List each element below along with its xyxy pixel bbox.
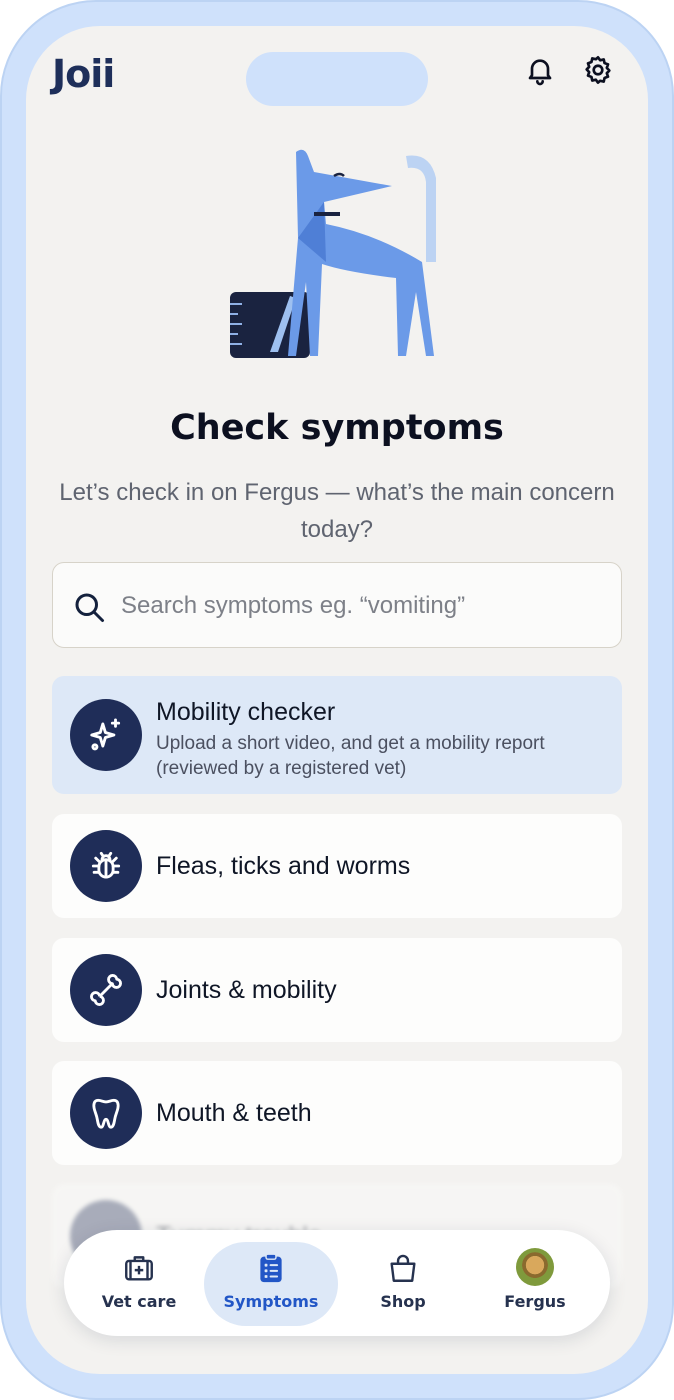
nav-vet-care[interactable]: Vet care: [74, 1230, 204, 1336]
nav-symptoms[interactable]: Symptoms: [204, 1230, 338, 1336]
search-placeholder: Search symptoms eg. “vomiting”: [121, 592, 466, 619]
sparkle-icon: [70, 699, 142, 771]
pet-avatar: [516, 1248, 554, 1286]
shopping-bag-icon: [390, 1254, 416, 1282]
bottom-nav: Vet care Symptoms Shop Fergus: [64, 1230, 610, 1336]
category-title: Fleas, ticks and worms: [156, 852, 411, 880]
app-screen: Joii Check symptoms Let’s check in on Fe…: [26, 26, 648, 1374]
nav-label: Vet care: [101, 1292, 177, 1311]
app-logo: Joii: [52, 52, 115, 96]
dynamic-island: [246, 52, 428, 106]
nav-label: Shop: [380, 1292, 426, 1311]
search-input[interactable]: Search symptoms eg. “vomiting”: [52, 562, 622, 648]
nav-label: Fergus: [504, 1292, 566, 1311]
gear-icon[interactable]: [582, 54, 614, 86]
category-mouth-teeth[interactable]: Mouth & teeth: [52, 1061, 622, 1165]
category-title: Mouth & teeth: [156, 1099, 312, 1127]
dog-illustration: [230, 149, 436, 358]
nav-label: Symptoms: [223, 1292, 319, 1311]
page-title: Check symptoms: [170, 408, 504, 448]
clipboard-icon: [260, 1253, 282, 1283]
category-fleas-ticks-worms[interactable]: Fleas, ticks and worms: [52, 814, 622, 918]
tooth-icon: [70, 1077, 142, 1149]
bug-icon: [70, 830, 142, 902]
category-joints-mobility[interactable]: Joints & mobility: [52, 938, 622, 1042]
category-title: Joints & mobility: [156, 976, 337, 1004]
nav-shop[interactable]: Shop: [338, 1230, 468, 1336]
category-mobility-checker[interactable]: Mobility checker Upload a short video, a…: [52, 676, 622, 794]
bone-icon: [70, 954, 142, 1026]
search-icon: [75, 593, 104, 622]
category-title: Mobility checker: [156, 698, 336, 726]
category-description: Upload a short video, and get a mobility…: [156, 733, 545, 779]
page-subtitle: Let’s check in on Fergus — what’s the ma…: [59, 479, 615, 543]
bell-icon[interactable]: [524, 54, 556, 86]
first-aid-kit-icon: [125, 1256, 153, 1281]
nav-pet-profile[interactable]: Fergus: [470, 1230, 600, 1336]
